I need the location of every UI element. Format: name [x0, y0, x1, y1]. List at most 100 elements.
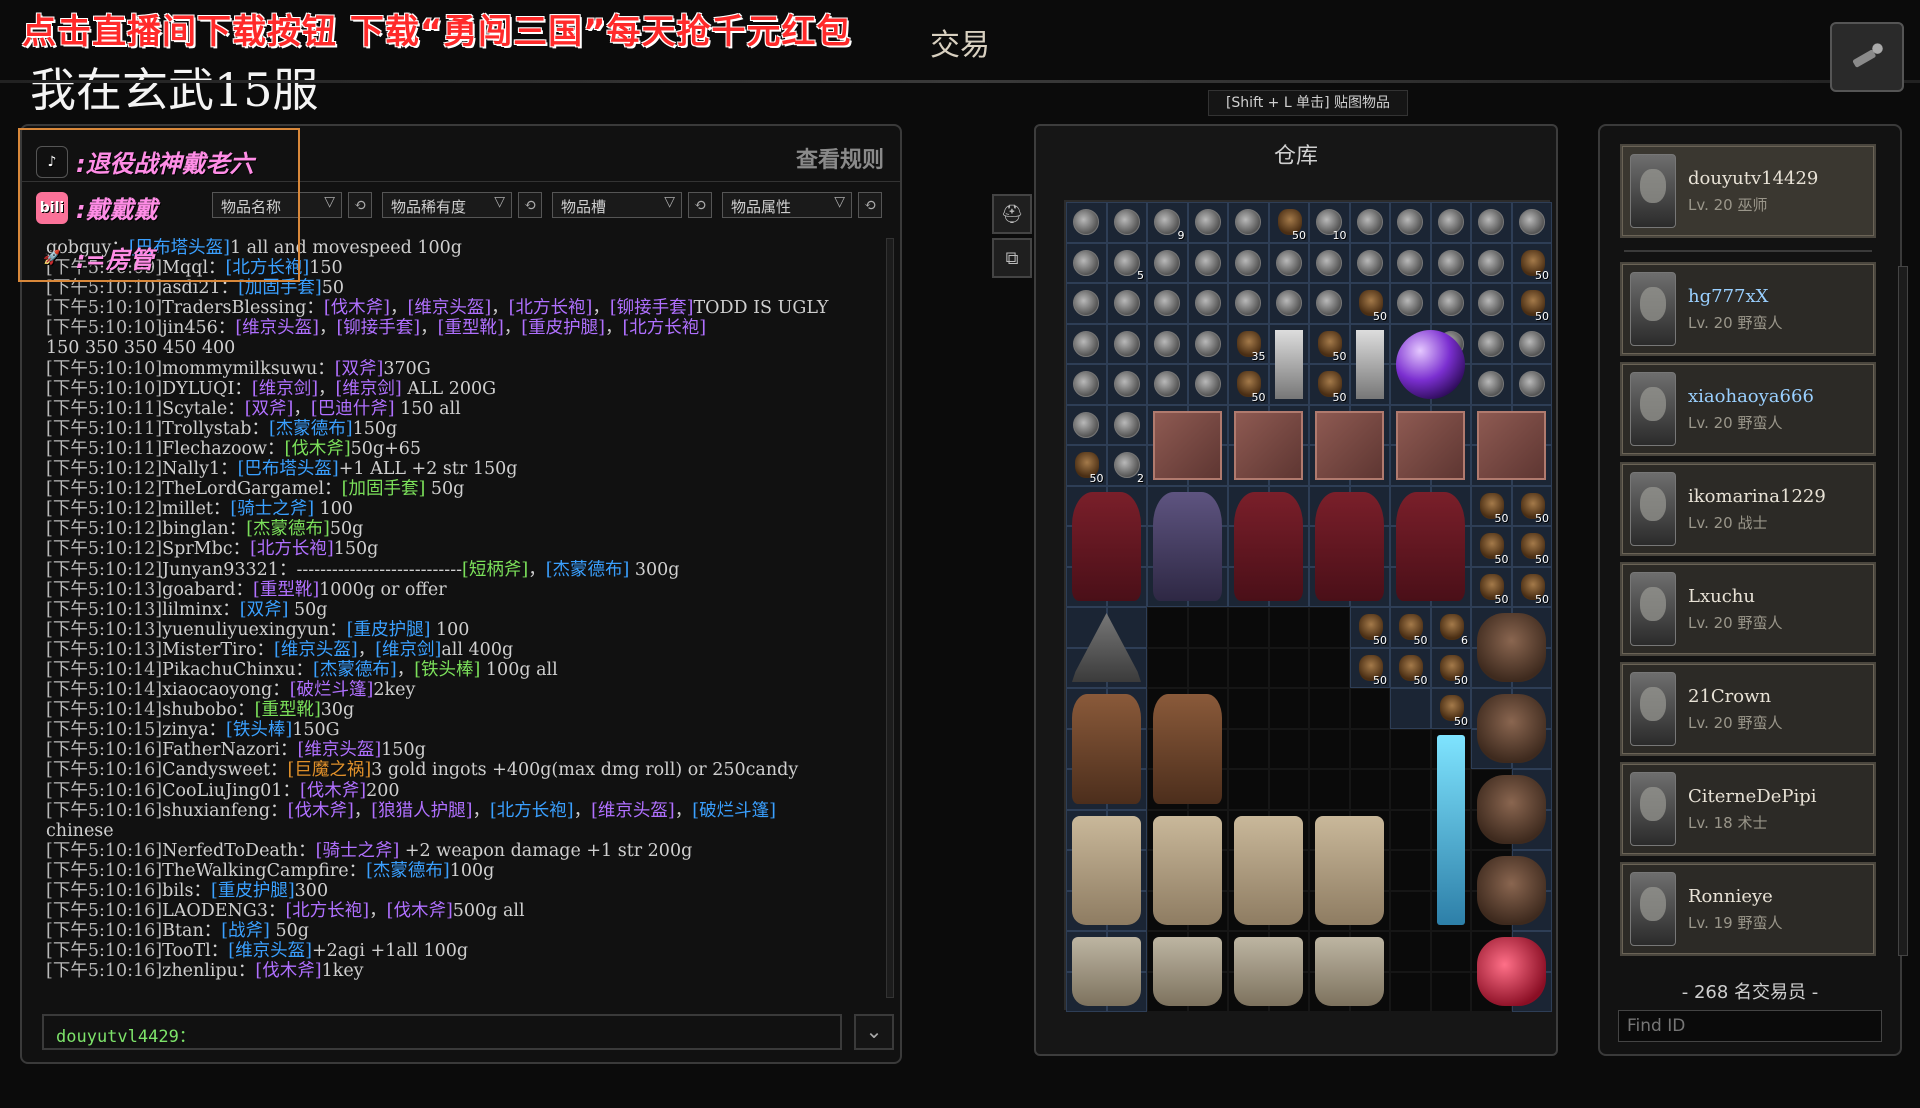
- small-item[interactable]: [1066, 283, 1107, 324]
- item-link[interactable]: [重型靴]: [255, 700, 321, 720]
- grid-cell[interactable]: [1309, 728, 1350, 769]
- item-link[interactable]: [双斧]: [335, 359, 384, 379]
- grid-cell[interactable]: [1349, 728, 1390, 769]
- gloves-item[interactable]: [1477, 613, 1546, 682]
- small-item[interactable]: [1066, 202, 1107, 243]
- small-item[interactable]: [1511, 364, 1552, 405]
- item-link[interactable]: [短柄斧]: [462, 560, 528, 580]
- grid-cell[interactable]: [1430, 931, 1471, 972]
- grid-cell[interactable]: [1349, 769, 1390, 810]
- chat-input[interactable]: douyutvl4429：: [42, 1014, 842, 1050]
- message-username[interactable]: shuxianfeng: [162, 801, 270, 821]
- message-username[interactable]: bils: [162, 881, 193, 901]
- red-cape-item[interactable]: [1234, 491, 1303, 601]
- leather-tunic-item[interactable]: [1072, 694, 1141, 804]
- item-link[interactable]: [伐木斧]: [324, 298, 390, 318]
- small-item[interactable]: [1390, 202, 1431, 243]
- small-item[interactable]: [1471, 242, 1512, 283]
- gold-pouch-item[interactable]: 50: [1309, 323, 1350, 364]
- small-item[interactable]: [1471, 323, 1512, 364]
- pants-item[interactable]: [1153, 815, 1222, 925]
- small-item[interactable]: [1228, 202, 1269, 243]
- trader-card[interactable]: CiterneDePipi Lv. 18 术士: [1620, 762, 1876, 856]
- grid-cell[interactable]: [1228, 607, 1269, 648]
- grid-cell[interactable]: [1309, 769, 1350, 810]
- small-item[interactable]: 2: [1106, 445, 1147, 486]
- gloves-item[interactable]: [1477, 775, 1546, 844]
- message-username[interactable]: CooLiuJing01: [162, 781, 282, 801]
- gold-pouch-item[interactable]: 50: [1390, 647, 1431, 688]
- grid-cell[interactable]: [1390, 769, 1431, 810]
- item-link[interactable]: [破烂斗篷]: [692, 801, 776, 821]
- reset-item-rarity-icon[interactable]: ⟲: [518, 192, 542, 218]
- small-item[interactable]: [1066, 364, 1107, 405]
- gold-pouch-item[interactable]: 50: [1511, 526, 1552, 567]
- padded-tunic-item[interactable]: [1153, 694, 1222, 804]
- item-link[interactable]: [破烂斗篷]: [290, 680, 374, 700]
- item-link[interactable]: [伐木斧]: [255, 961, 321, 981]
- small-item[interactable]: [1147, 323, 1188, 364]
- message-username[interactable]: PikachuChinxu: [162, 660, 295, 680]
- gold-pouch-item[interactable]: 50: [1309, 364, 1350, 405]
- item-link[interactable]: [双斧]: [240, 600, 289, 620]
- trader-card-self[interactable]: douyutv14429 Lv. 20 巫师: [1620, 144, 1876, 238]
- grid-cell[interactable]: [1268, 688, 1309, 729]
- item-link[interactable]: [伐木斧]: [285, 439, 351, 459]
- gold-pouch-item[interactable]: 35: [1228, 323, 1269, 364]
- message-username[interactable]: shubobo: [162, 700, 237, 720]
- message-username[interactable]: lilminx: [162, 600, 222, 620]
- grid-cell[interactable]: [1390, 971, 1431, 1012]
- message-username[interactable]: zinya: [162, 720, 208, 740]
- gold-pouch-item[interactable]: 50: [1228, 364, 1269, 405]
- item-link[interactable]: [维京头盔]: [274, 640, 358, 660]
- pants-item[interactable]: [1072, 815, 1141, 925]
- item-link[interactable]: [骑士之斧]: [316, 841, 400, 861]
- item-link[interactable]: [北方长袍]: [285, 901, 369, 921]
- magic-orb-item[interactable]: [1396, 329, 1465, 399]
- chat-scrollbar[interactable]: [886, 238, 894, 998]
- red-cape-item[interactable]: [1396, 491, 1465, 601]
- spellbook-item[interactable]: [1477, 410, 1546, 480]
- message-username[interactable]: TheWalkingCampfire: [162, 861, 348, 881]
- message-username[interactable]: Flechazoow: [162, 439, 267, 459]
- item-link[interactable]: [杰蒙德布]: [246, 519, 330, 539]
- small-item[interactable]: [1147, 242, 1188, 283]
- spellbook-item[interactable]: [1315, 410, 1384, 480]
- gold-pouch-item[interactable]: 50: [1511, 242, 1552, 283]
- filter-item-slot[interactable]: 物品槽 ▽: [552, 192, 682, 218]
- message-username[interactable]: jin456: [162, 318, 218, 338]
- grid-cell[interactable]: [1268, 647, 1309, 688]
- message-username[interactable]: Btan: [162, 921, 204, 941]
- item-link[interactable]: [重皮护腿]: [347, 620, 431, 640]
- message-username[interactable]: Scytale: [162, 399, 227, 419]
- small-item[interactable]: [1106, 364, 1147, 405]
- grid-cell[interactable]: [1390, 850, 1431, 891]
- small-item[interactable]: [1390, 242, 1431, 283]
- message-username[interactable]: Candysweet: [162, 760, 270, 780]
- small-item[interactable]: [1228, 242, 1269, 283]
- item-link[interactable]: [巴布塔头盔]: [238, 459, 339, 479]
- grid-cell[interactable]: [1390, 890, 1431, 931]
- helmet-tab-button[interactable]: ⛑: [992, 194, 1032, 234]
- message-username[interactable]: mommymilksuwu: [162, 359, 317, 379]
- small-item[interactable]: [1471, 202, 1512, 243]
- small-item[interactable]: [1430, 202, 1471, 243]
- item-link[interactable]: [维京头盔]: [408, 298, 492, 318]
- message-username[interactable]: MisterTiro: [162, 640, 256, 660]
- trader-card[interactable]: hg777xX Lv. 20 野蛮人: [1620, 262, 1876, 356]
- message-username[interactable]: LAODENG3: [162, 901, 268, 921]
- item-link[interactable]: [北方长袍]: [250, 539, 334, 559]
- reset-item-name-icon[interactable]: ⟲: [348, 192, 372, 218]
- spellbook-item[interactable]: [1396, 410, 1465, 480]
- grid-cell[interactable]: [1187, 607, 1228, 648]
- item-link[interactable]: [杰蒙德布]: [313, 660, 397, 680]
- grid-cell[interactable]: [1390, 728, 1431, 769]
- trader-card[interactable]: xiaohaoya666 Lv. 20 野蛮人: [1620, 362, 1876, 456]
- gloves-item[interactable]: [1477, 694, 1546, 763]
- item-link[interactable]: [维京剑]: [336, 379, 402, 399]
- item-link[interactable]: [维京头盔]: [235, 318, 319, 338]
- small-item[interactable]: [1106, 283, 1147, 324]
- gold-pouch-item[interactable]: 50: [1268, 202, 1309, 243]
- reset-item-slot-icon[interactable]: ⟲: [688, 192, 712, 218]
- item-link[interactable]: [杰蒙德布]: [546, 560, 630, 580]
